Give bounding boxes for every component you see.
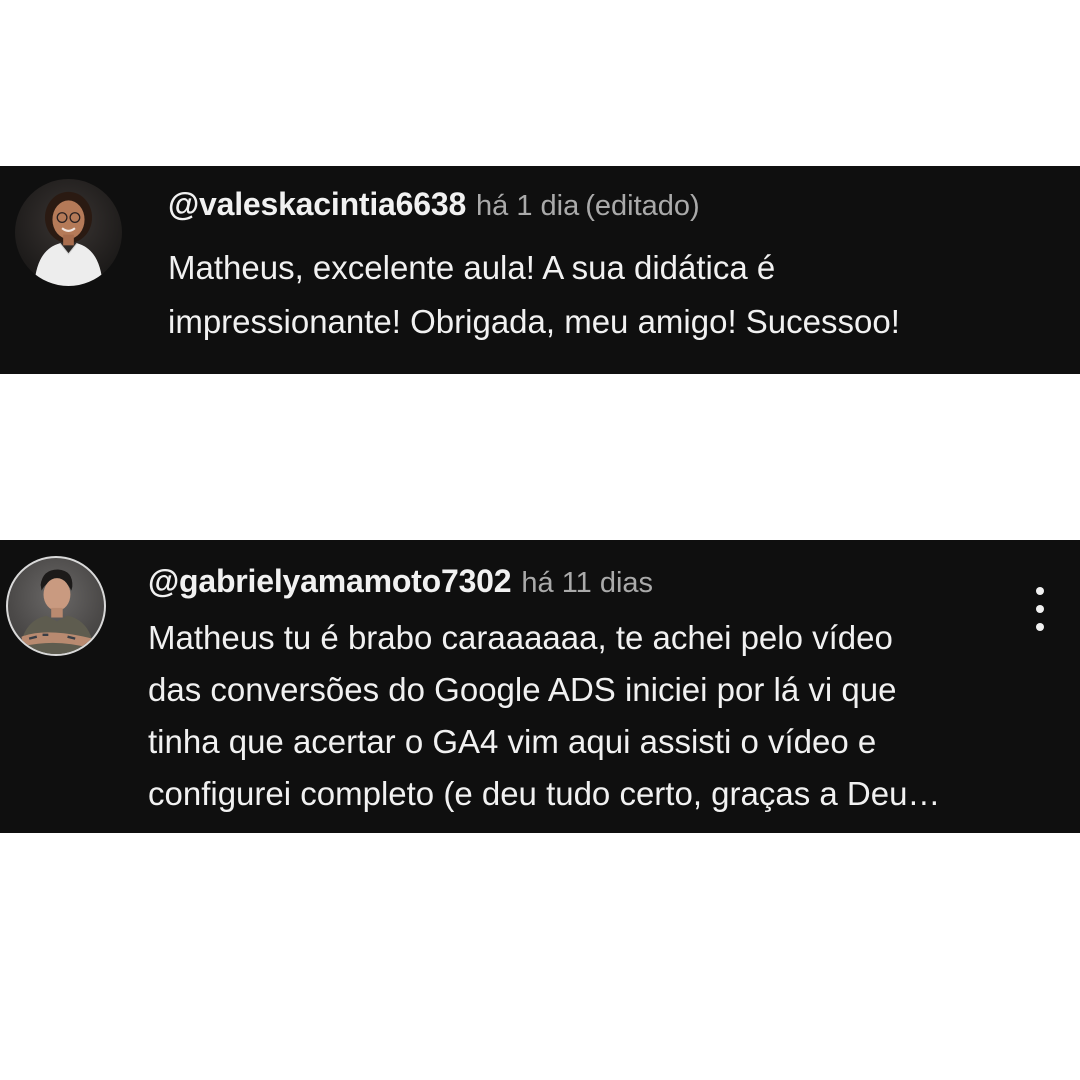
user-avatar-woman-icon: [34, 191, 103, 286]
comment-card: @valeskacintia6638 há 1 dia (editado) Math…: [0, 166, 1080, 374]
comment-text: Matheus, excelente aula! A sua didática …: [168, 249, 900, 340]
comment-meta: @gabrielyamamoto7302 há 11 dias: [148, 565, 653, 598]
user-avatar-man-icon: [19, 569, 95, 654]
comment-timestamp[interactable]: há 11 dias: [521, 567, 653, 599]
more-vertical-icon[interactable]: [1026, 584, 1054, 634]
edited-label: (editado): [585, 190, 700, 222]
comment-card: @gabrielyamamoto7302 há 11 dias Matheus t…: [0, 540, 1080, 833]
avatar[interactable]: [6, 556, 106, 656]
comment-author[interactable]: @gabrielyamamoto7302: [148, 563, 512, 599]
avatar[interactable]: [15, 179, 122, 286]
comment-author[interactable]: @valeskacintia6638: [168, 186, 466, 222]
comment-meta: @valeskacintia6638 há 1 dia (editado): [168, 188, 700, 221]
comment-text: Matheus tu é brabo caraaaaaa, te achei p…: [148, 619, 941, 812]
menu-dot: [1036, 623, 1044, 631]
menu-dot: [1036, 587, 1044, 595]
comment-timestamp[interactable]: há 1 dia: [476, 190, 579, 222]
menu-dot: [1036, 605, 1044, 613]
